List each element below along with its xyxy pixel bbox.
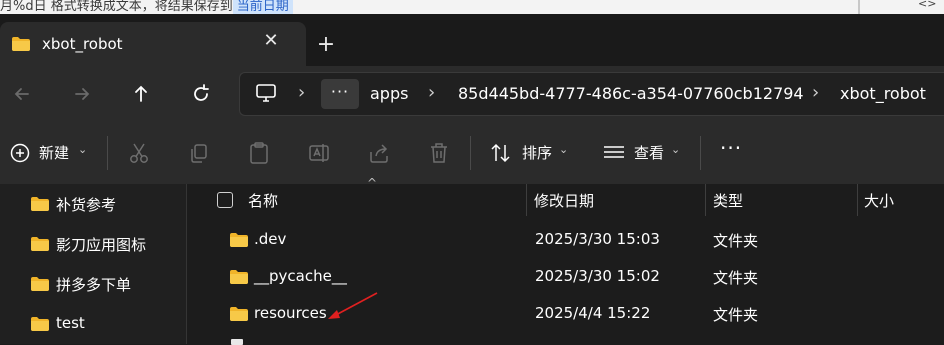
tab-bar: xbot_robot ✕ + (0, 14, 944, 66)
column-header-modified[interactable]: 修改日期 (534, 190, 594, 211)
cut-icon[interactable] (128, 141, 150, 165)
folder-icon (230, 270, 248, 284)
chevron-right-icon: › (298, 82, 306, 103)
breadcrumb-xbot-robot[interactable]: xbot_robot (840, 84, 926, 103)
sidebar-item-label: 影刀应用图标 (56, 236, 147, 254)
toolbar-divider (107, 136, 108, 170)
file-icon (231, 339, 243, 345)
paste-icon[interactable] (248, 141, 270, 165)
column-header-size[interactable]: 大小 (864, 190, 894, 211)
toolbar-divider (700, 136, 701, 170)
sidebar-item-label: test (56, 314, 85, 332)
breadcrumb-overflow-button[interactable]: ··· (321, 79, 359, 109)
folder-icon (230, 307, 248, 321)
view-label: 查看 (634, 144, 665, 162)
sort-label: 排序 (522, 144, 553, 162)
close-icon[interactable]: ✕ (261, 31, 281, 51)
file-type: 文件夹 (713, 232, 759, 250)
file-type: 文件夹 (713, 306, 759, 324)
annotation-arrow-icon (328, 292, 378, 319)
file-name: .dev (254, 230, 287, 248)
background-window-strip: 月%d日 格式转换成文本，将结果保存到 当前日期 <> (0, 0, 944, 14)
chevron-down-icon: ⌄ (78, 143, 88, 156)
sidebar-item-label: 补货参考 (56, 196, 117, 214)
sidebar-item-label: 拼多多下单 (56, 276, 132, 294)
plus-circle-icon (10, 143, 30, 163)
chevron-right-icon: › (812, 82, 820, 103)
tab-xbot-robot[interactable]: xbot_robot ✕ (0, 22, 306, 66)
column-divider[interactable] (705, 184, 706, 216)
collapse-icon: <> (918, 0, 937, 10)
arrow-right-icon[interactable] (68, 80, 96, 108)
arrow-left-icon[interactable] (8, 80, 36, 108)
table-row[interactable]: resources 2025/4/4 15:22 文件夹 (187, 296, 944, 332)
background-highlight: 当前日期 (232, 0, 293, 14)
tab-title: xbot_robot (42, 35, 123, 53)
copy-icon[interactable] (188, 141, 210, 165)
table-row[interactable]: __pycache__ 2025/3/30 15:02 文件夹 (187, 259, 944, 295)
folder-icon (31, 237, 49, 251)
chevron-down-icon: ⌄ (559, 143, 569, 156)
sort-icon (491, 143, 510, 163)
rename-icon[interactable] (308, 141, 330, 165)
folder-icon (31, 277, 49, 291)
breadcrumb-guid[interactable]: 85d445bd-4777-486c-a354-07760cb12794 (458, 84, 804, 103)
share-icon[interactable] (368, 141, 390, 165)
column-divider[interactable] (526, 184, 527, 216)
column-header-name[interactable]: 名称 (248, 190, 278, 211)
file-modified: 2025/3/30 15:03 (535, 230, 660, 248)
command-bar: 新建 ⌄ 排序 ⌄ 查看 ⌄ ··· (0, 122, 944, 185)
breadcrumb-apps[interactable]: apps (370, 84, 408, 103)
this-pc-icon[interactable] (255, 83, 277, 103)
new-label: 新建 (39, 144, 70, 162)
folder-icon (31, 197, 49, 211)
navigation-pane: 补货参考 影刀应用图标 拼多多下单 test (0, 184, 186, 344)
file-list: ^ 名称 修改日期 类型 大小 .dev 2025/3/30 15:03 文件夹… (187, 176, 944, 345)
column-divider[interactable] (857, 184, 858, 216)
file-modified: 2025/4/4 15:22 (535, 304, 651, 322)
plus-icon[interactable]: + (314, 34, 338, 58)
file-name: __pycache__ (254, 267, 347, 285)
folder-icon (230, 233, 248, 247)
view-icon (604, 146, 624, 158)
background-text: 月%d日 格式转换成文本，将结果保存到 当前日期 (0, 0, 293, 14)
file-name: resources (254, 304, 327, 322)
chevron-down-icon: ⌄ (671, 143, 681, 156)
folder-icon (31, 317, 49, 331)
file-modified: 2025/3/30 15:02 (535, 267, 660, 285)
toolbar-divider (470, 136, 471, 170)
more-options-button[interactable]: ··· (720, 136, 742, 160)
column-header-type[interactable]: 类型 (713, 190, 743, 211)
background-divider (858, 0, 860, 14)
refresh-icon[interactable] (187, 80, 215, 108)
sort-ascending-icon: ^ (367, 176, 378, 190)
file-type: 文件夹 (713, 269, 759, 287)
delete-icon[interactable] (428, 141, 450, 165)
folder-icon (12, 37, 30, 51)
arrow-up-icon[interactable] (127, 80, 155, 108)
chevron-right-icon: › (428, 82, 436, 103)
select-all-checkbox[interactable] (217, 192, 233, 208)
address-bar[interactable]: › ··· apps › 85d445bd-4777-486c-a354-077… (239, 72, 944, 116)
table-row[interactable]: .dev 2025/3/30 15:03 文件夹 (187, 222, 944, 258)
navigation-bar: › ··· apps › 85d445bd-4777-486c-a354-077… (0, 66, 944, 122)
